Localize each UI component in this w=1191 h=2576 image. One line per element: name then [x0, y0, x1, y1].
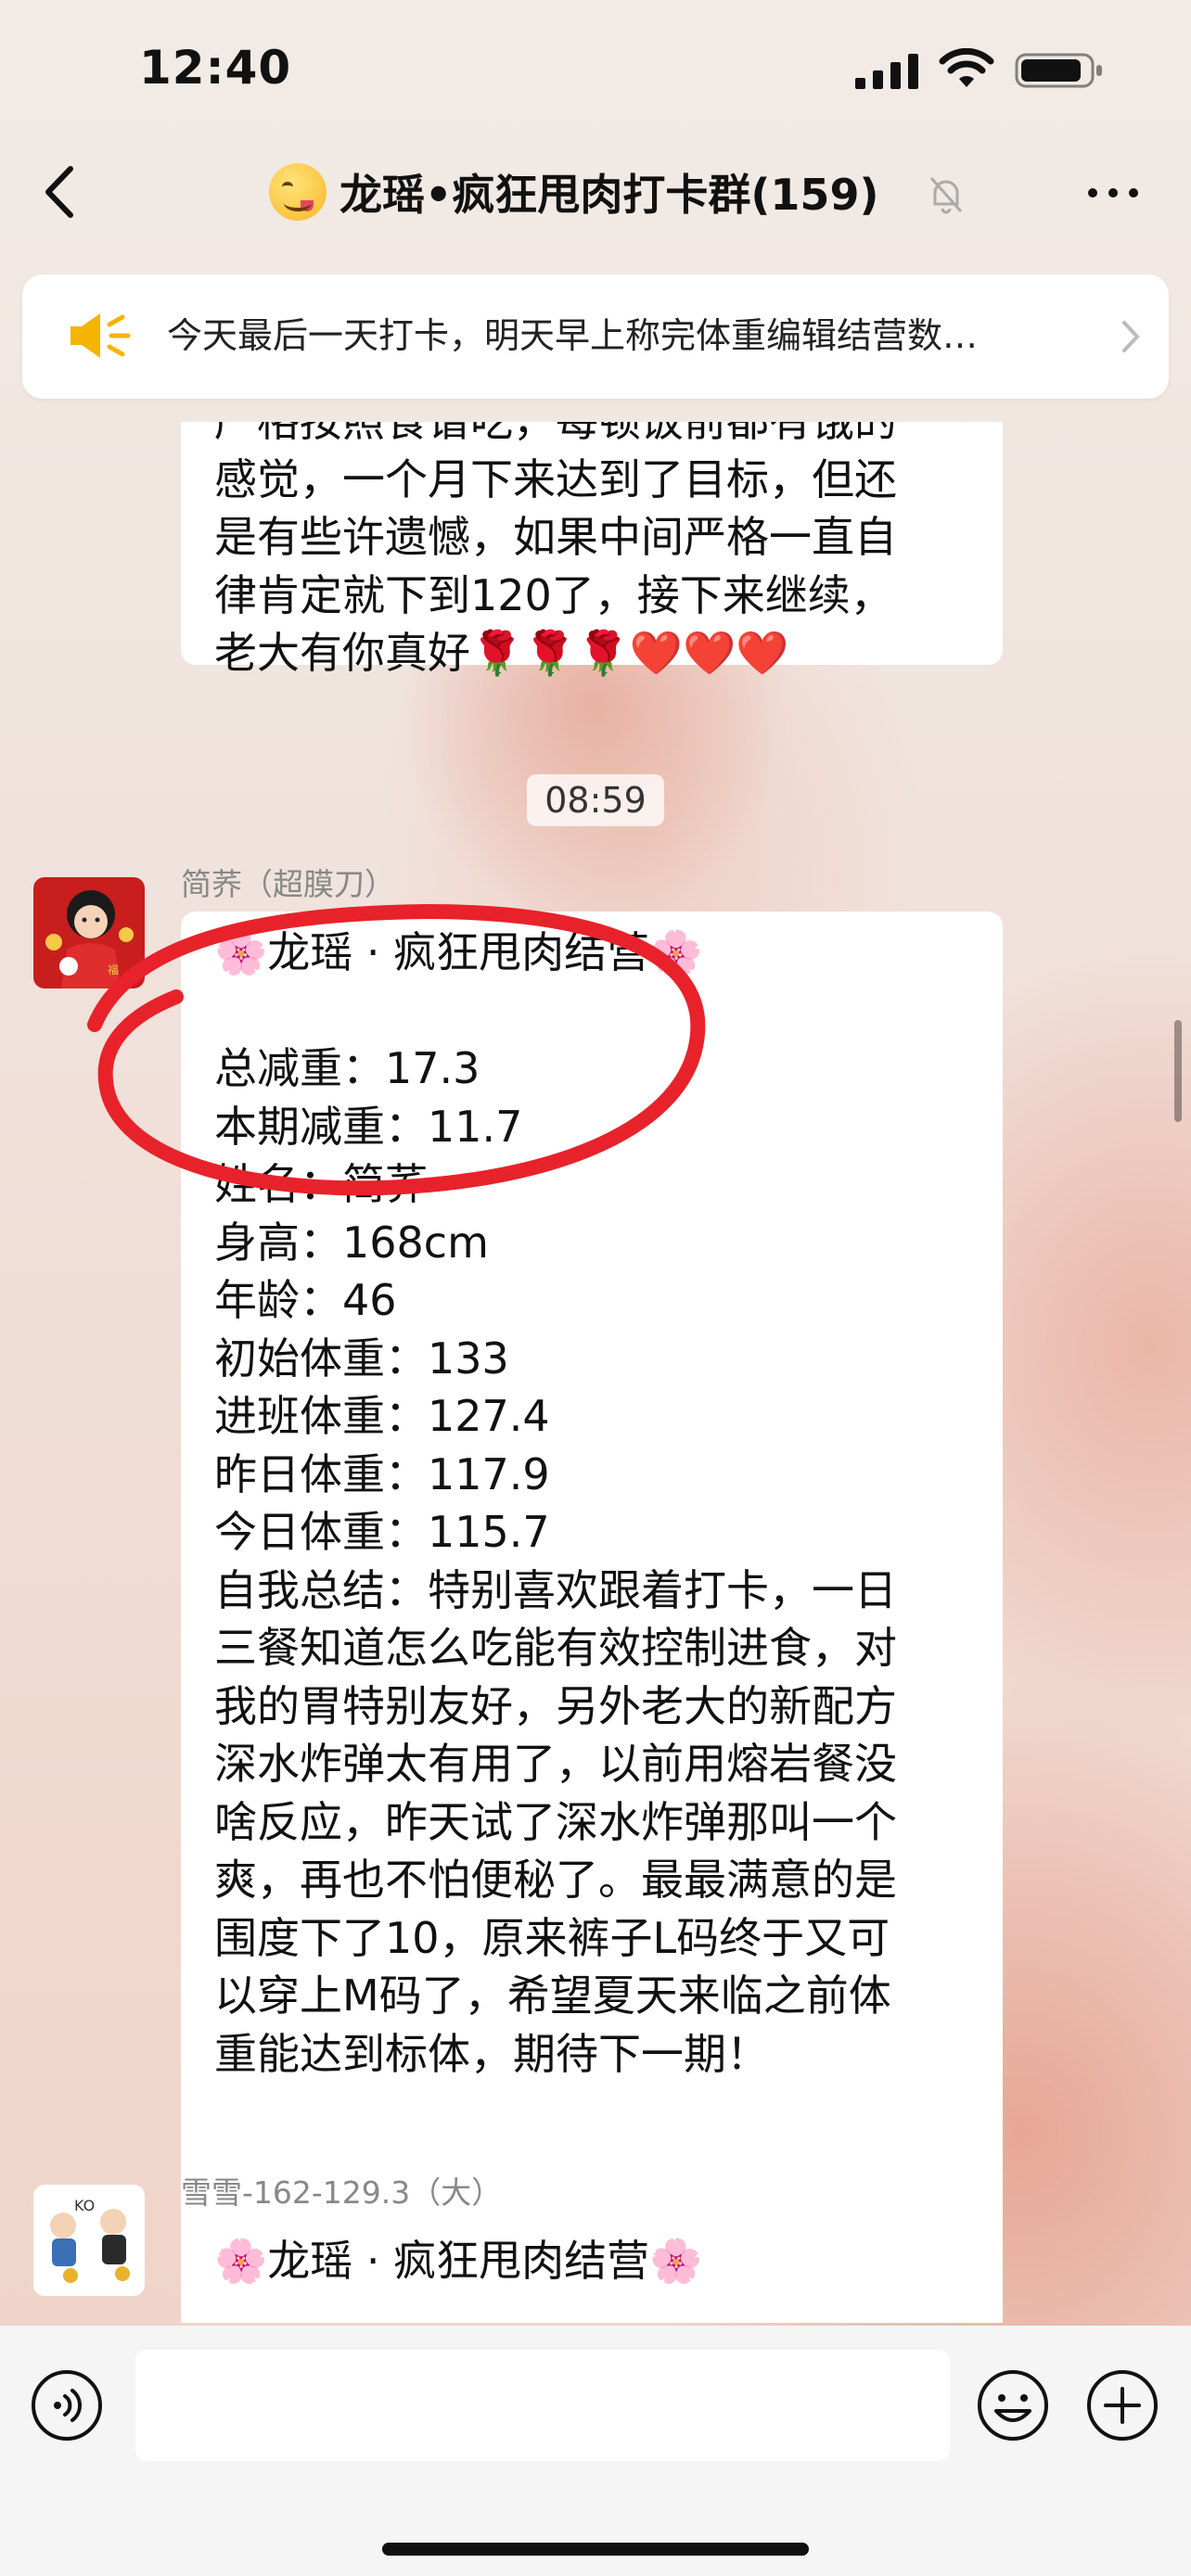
message-line: 深水炸弹太有用了，以前用熔岩餐没: [214, 1739, 897, 1789]
plus-icon[interactable]: [1085, 2368, 1159, 2442]
svg-text:KO: KO: [74, 2197, 95, 2214]
message-line: 姓名：简荞: [214, 1159, 428, 1209]
avatar-jianqiao[interactable]: 福: [33, 877, 145, 988]
chevron-right-icon[interactable]: [1117, 313, 1145, 360]
message-line: 自我总结：特别喜欢跟着打卡，一日: [214, 1564, 897, 1615]
scrollbar[interactable]: [1174, 1020, 1182, 1122]
message-line: 重能达到标体，期待下一期！: [214, 2028, 769, 2079]
sender-name: 雪雪-162-129.3（大）: [181, 2174, 503, 2211]
message-line: 啥反应，昨天试了深水炸弹那叫一个: [214, 1796, 897, 1847]
message-line: 三餐知道怎么吃能有效控制进食，对: [214, 1623, 897, 1673]
message-list[interactable]: 严格按照食谱吃，每顿饭前都有饿的 感觉，一个月下来达到了目标，但还 是有些许遗憾…: [0, 422, 1191, 2323]
yum-face-emoji-icon: [269, 163, 327, 221]
message-timestamp: 08:59: [527, 774, 664, 826]
cellular-signal-icon: [855, 54, 918, 89]
svg-text:福: 福: [108, 963, 119, 976]
message-line: 律肯定就下到120了，接下来继续，: [214, 569, 893, 620]
speaker-icon: [70, 313, 131, 358]
message-line: 是有些许遗憾，如果中间严格一直自: [214, 512, 897, 562]
announcement-text: 今天最后一天打卡，明天早上称完体重编辑结营数…: [167, 315, 979, 356]
sender-name: 简荞（超膜刀）: [181, 866, 395, 902]
message-line: 感觉，一个月下来达到了目标，但还: [214, 453, 897, 504]
message-line: 昨日体重：117.9: [214, 1448, 550, 1499]
message-line: 初始体重：133: [214, 1333, 509, 1384]
message-line: 围度下了10，原来裤子L码终于又可: [214, 1912, 890, 1963]
message-bubble-previous[interactable]: 严格按照食谱吃，每顿饭前都有饿的 感觉，一个月下来达到了目标，但还 是有些许遗憾…: [181, 422, 1003, 678]
message-input[interactable]: [135, 2350, 950, 2461]
chat-title-text: 龙瑶•疯狂甩肉打卡群(159): [339, 170, 879, 220]
mute-bell-icon: [929, 177, 963, 214]
message-line: 我的胃特别友好，另外老大的新配方: [214, 1680, 897, 1731]
back-chevron-icon[interactable]: [37, 159, 83, 224]
battery-icon: [1015, 53, 1102, 88]
chat-title[interactable]: 龙瑶•疯狂甩肉打卡群(159): [269, 159, 965, 224]
voice-icon[interactable]: [30, 2368, 104, 2442]
message-line: 本期减重：11.7: [214, 1101, 523, 1152]
message-line: 老大有你真好🌹🌹🌹❤️❤️❤️: [214, 628, 789, 678]
message-line: 总减重：17.3: [214, 1043, 480, 1093]
more-icon[interactable]: [1085, 184, 1141, 202]
home-indicator[interactable]: [382, 2543, 809, 2556]
message-bubble[interactable]: 🌸龙瑶 · 疯狂甩肉结营🌸: [181, 2220, 1003, 2323]
message-input-bar: [0, 2326, 1191, 2576]
wifi-icon: [939, 48, 994, 87]
message-bubble[interactable]: 🌸龙瑶 · 疯狂甩肉结营🌸 总减重：17.3 本期减重：11.7 姓名：简荞 身…: [181, 912, 1003, 2323]
chat-nav-bar: 龙瑶•疯狂甩肉打卡群(159): [0, 139, 1191, 246]
message-line: 🌸龙瑶 · 疯狂甩肉结营🌸: [214, 2236, 703, 2286]
message-line: 🌸龙瑶 · 疯狂甩肉结营🌸: [214, 927, 703, 977]
message-line: 年龄：46: [214, 1275, 397, 1325]
status-time: 12:40: [139, 41, 292, 95]
message-line: 今日体重：115.7: [214, 1507, 550, 1557]
emoji-icon[interactable]: [976, 2368, 1050, 2442]
message-line: 身高：168cm: [214, 1217, 489, 1268]
message-line: 进班体重：127.4: [214, 1391, 550, 1441]
message-line: 以穿上M码了，希望夏天来临之前体: [214, 1970, 891, 2021]
message-line: 爽，再也不怕便秘了。最最满意的是: [214, 1855, 897, 1905]
status-bar: 12:40: [0, 0, 1191, 139]
message-line: [214, 982, 969, 1040]
group-announcement-banner[interactable]: 今天最后一天打卡，明天早上称完体重编辑结营数…: [22, 274, 1169, 399]
avatar-xuexue[interactable]: KO: [33, 2185, 145, 2296]
message-line: 严格按照食谱吃，每顿饭前都有饿的: [214, 422, 969, 451]
